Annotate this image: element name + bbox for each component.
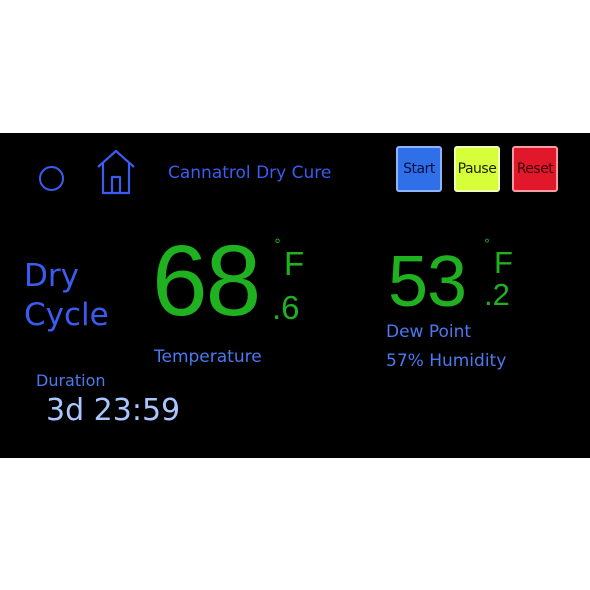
duration-value: 3d 23:59 [46,393,181,428]
dew-point-integer: 53 [388,242,467,322]
dew-point-decimal: .2 [484,277,510,312]
cycle-status-line1: Dry [24,258,79,294]
start-button[interactable]: Start [396,146,442,192]
cycle-status-line2: Cycle [24,297,109,333]
display-screen: Cannatrol Dry Cure Start Pause Reset Dry… [0,133,590,458]
duration-label: Duration [36,371,106,390]
dew-point-label: Dew Point [386,322,472,342]
temperature-decimal: .6 [272,289,300,326]
temperature-integer: 68 [152,225,261,337]
dew-point-degree-symbol: ° [484,237,490,251]
dew-point-unit: F [494,245,513,280]
circle-icon[interactable] [38,165,65,192]
temperature-label: Temperature [154,347,262,367]
pause-button[interactable]: Pause [454,146,500,192]
cycle-status: Dry Cycle [24,257,134,335]
reset-button[interactable]: Reset [512,146,558,192]
temperature-unit: F [284,245,305,282]
app-title: Cannatrol Dry Cure [168,163,332,183]
temperature-degree-symbol: ° [274,237,281,253]
home-icon[interactable] [94,147,138,197]
humidity-readout: 57% Humidity [386,351,507,371]
